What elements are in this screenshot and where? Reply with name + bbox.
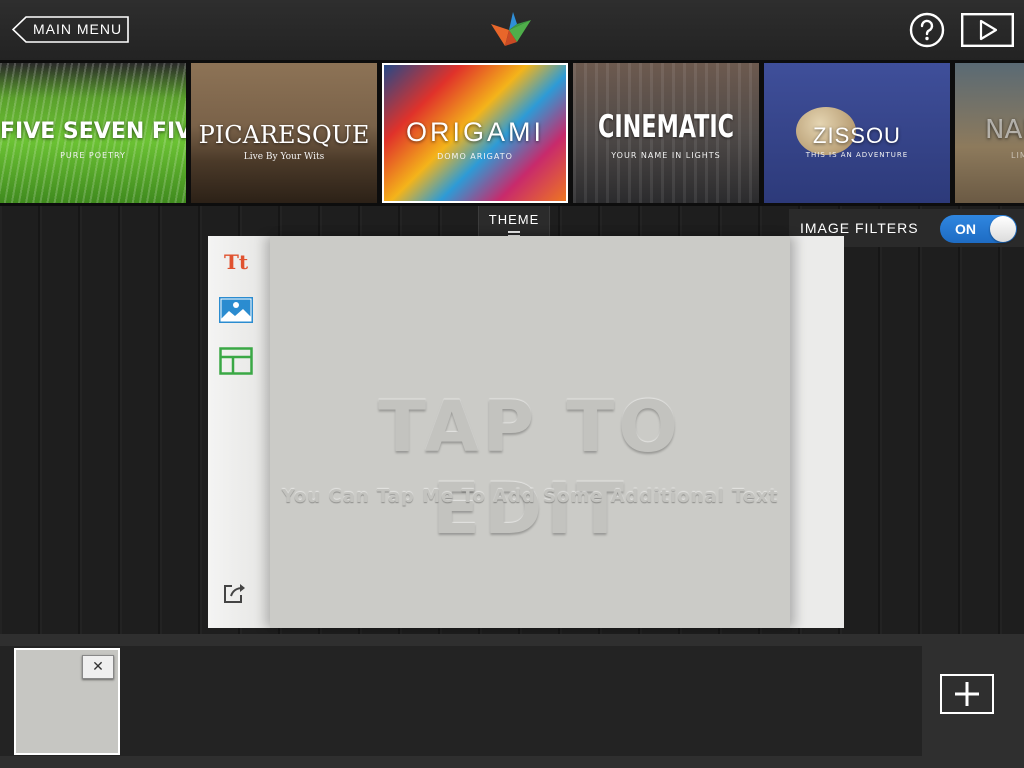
page-canvas[interactable]: TAP TO EDIT You Can Tap Me To Add Some A… — [270, 236, 790, 628]
story-page: Tt TAP TO EDIT You Can Tap Me To Add Som… — [208, 236, 844, 628]
workspace: THEME IMAGE FILTERS ON Tt TAP TO EDIT Yo… — [0, 206, 1024, 634]
add-page-button[interactable] — [940, 674, 994, 714]
theme-subtitle: Live By Your Wits — [243, 152, 325, 162]
theme-strip: FIVE SEVEN FIVE PURE POETRY PICARESQUE L… — [0, 60, 1024, 206]
theme-subtitle: DOMO ARIGATO — [437, 152, 513, 161]
theme-title: CINEMATIC — [597, 109, 735, 145]
question-circle-icon[interactable] — [909, 12, 945, 48]
close-icon[interactable]: ✕ — [82, 655, 114, 679]
theme-subtitle: PURE POETRY — [60, 151, 126, 160]
theme-title: NAN — [985, 115, 1024, 145]
theme-zissou[interactable]: ZISSOU THIS IS AN ADVENTURE — [764, 63, 950, 203]
theme-title: ORIGAMI — [405, 117, 544, 147]
theme-picaresque[interactable]: PICARESQUE Live By Your Wits — [191, 63, 377, 203]
main-menu-button[interactable]: MAIN MENU — [12, 16, 130, 43]
page-subtitle[interactable]: You Can Tap Me To Add Some Additional Te… — [270, 486, 790, 507]
page-title[interactable]: TAP TO EDIT — [270, 386, 790, 550]
theme-origami[interactable]: ORIGAMI DOMO ARIGATO — [382, 63, 568, 203]
plus-icon — [955, 682, 979, 706]
image-filters-label: IMAGE FILTERS — [800, 220, 919, 236]
text-tool-icon[interactable]: Tt — [224, 250, 248, 274]
page-tool-sidebar: Tt — [208, 236, 270, 628]
share-icon[interactable] — [223, 582, 247, 604]
theme-subtitle: THIS IS AN ADVENTURE — [805, 151, 909, 159]
play-icon[interactable] — [961, 13, 1014, 47]
page-thumbnail[interactable]: ✕ — [14, 648, 120, 755]
image-tool-icon[interactable] — [219, 297, 253, 323]
main-menu-label: MAIN MENU — [33, 21, 123, 37]
theme-partial[interactable]: NAN LIM — [955, 63, 1024, 203]
page-thumbnail-tray: ✕ — [0, 646, 922, 756]
theme-subtitle: YOUR NAME IN LIGHTS — [611, 151, 721, 160]
theme-cinematic[interactable]: CINEMATIC YOUR NAME IN LIGHTS — [573, 63, 759, 203]
bottom-bar: ✕ — [0, 634, 1024, 768]
image-filters-toggle[interactable]: ON — [940, 215, 1017, 243]
theme-title: ZISSOU — [813, 123, 901, 148]
theme-five-seven-five[interactable]: FIVE SEVEN FIVE PURE POETRY — [0, 63, 186, 203]
toggle-knob — [990, 216, 1016, 242]
theme-title: FIVE SEVEN FIVE — [0, 119, 186, 144]
theme-tab-label: THEME — [488, 212, 540, 227]
layout-tool-icon[interactable] — [219, 347, 253, 375]
top-bar: MAIN MENU — [0, 0, 1024, 60]
theme-title: PICARESQUE — [198, 121, 370, 149]
bird-logo-icon — [491, 12, 531, 46]
theme-subtitle: LIM — [1011, 151, 1024, 160]
toggle-state-label: ON — [955, 221, 976, 237]
